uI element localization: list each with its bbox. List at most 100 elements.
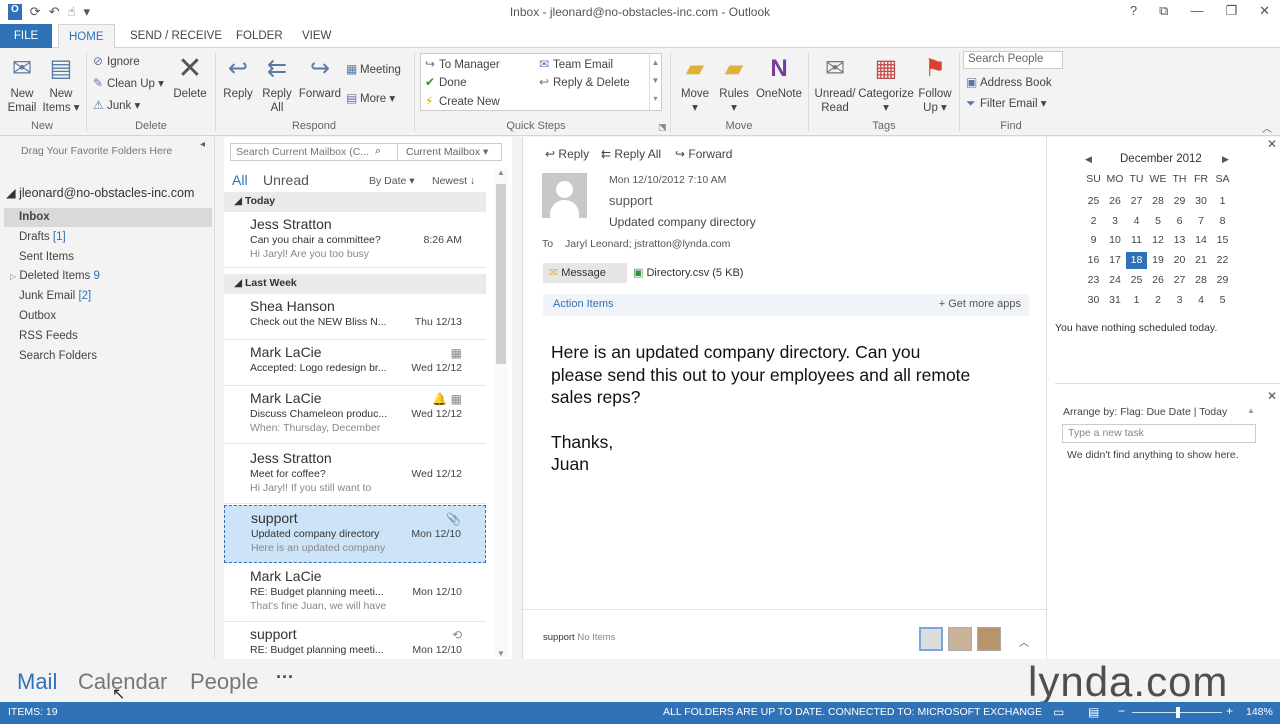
calendar-day[interactable]: 30 [1083,292,1104,309]
sort-order-toggle[interactable]: Newest ↓ [432,175,475,187]
new-email-button[interactable]: ✉ New Email [4,54,40,115]
calendar-day[interactable]: 28 [1191,272,1212,289]
dialog-launcher-icon[interactable]: ⬔ [658,122,667,133]
calendar-day[interactable]: 17 [1105,252,1126,269]
calendar-day[interactable]: 22 [1212,252,1233,269]
forward-button[interactable]: ↪ Forward [298,54,342,101]
expand-people-pane-icon[interactable]: ︿ [1019,634,1029,649]
calendar-day[interactable]: 30 [1191,193,1212,210]
restore-icon[interactable]: ❐ [1225,3,1237,19]
folder-rss-feeds[interactable]: RSS Feeds [19,330,78,342]
move-button[interactable]: ▰ Move ▾ [676,54,714,115]
follow-up-button[interactable]: ⚑ Follow Up ▾ [914,54,956,115]
calendar-day[interactable]: 14 [1191,232,1212,249]
help-icon[interactable]: ? [1130,3,1137,19]
group-header-today[interactable]: ◢ Today [224,192,486,212]
message-list-scrollbar[interactable]: ▲ ▼ [494,168,508,658]
zoom-out-icon[interactable]: − [1118,704,1125,718]
folder-deleted-items[interactable]: ▷ Deleted Items 9 [10,270,100,282]
next-month-icon[interactable]: ▶ [1222,154,1229,165]
sort-by-dropdown[interactable]: By Date ▾ [369,175,415,187]
reading-view-icon[interactable]: ▤ [1088,705,1099,719]
categorize-button[interactable]: ▦ Categorize ▾ [858,54,914,115]
reading-reply-button[interactable]: ↩ Reply [545,147,589,161]
calendar-day[interactable]: 1 [1212,193,1233,210]
filter-unread[interactable]: Unread [263,172,309,188]
new-task-input[interactable]: Type a new task [1062,424,1256,443]
sender-avatar[interactable] [542,173,587,218]
calendar-day[interactable]: 24 [1105,272,1126,289]
ignore-button[interactable]: ⊘ Ignore [93,54,140,68]
reply-all-button[interactable]: ⇇ Reply All [258,54,296,115]
avatar[interactable] [977,627,1001,651]
message-sender[interactable]: support [609,193,652,208]
filter-email-button[interactable]: ⏷ Filter Email ▾ [966,96,1046,111]
account-header[interactable]: ◢ jleonard@no-obstacles-inc.com [6,185,194,200]
calendar-day[interactable]: 3 [1105,213,1126,230]
calendar-day[interactable]: 26 [1148,272,1169,289]
search-scope-dropdown[interactable]: Current Mailbox ▾ [406,146,488,158]
qs-reply-delete[interactable]: ↩ Reply & Delete [539,75,630,89]
arrange-by-dropdown[interactable]: Arrange by: Flag: Due Date | Today [1063,406,1227,418]
qs-to-manager[interactable]: ↪ To Manager [425,57,500,71]
message-item[interactable]: Mark LaCie RE: Budget planning meeti... … [224,564,486,622]
get-more-apps-link[interactable]: + Get more apps [939,298,1021,310]
close-calendar-peek-icon[interactable]: ✕ [1267,137,1277,151]
zoom-level[interactable]: 148% [1246,706,1273,718]
rules-button[interactable]: ▰ Rules ▾ [716,54,752,115]
action-items-link[interactable]: Action Items [553,298,614,310]
calendar-day[interactable]: 8 [1212,213,1233,230]
search-people-input[interactable]: Search People [963,51,1063,69]
nav-more-icon[interactable]: ··· [276,667,294,688]
calendar-day[interactable]: 19 [1148,252,1169,269]
nav-mail[interactable]: Mail [17,669,57,695]
qs-create-new[interactable]: ⚡ Create New [425,94,500,108]
calendar-day[interactable]: 15 [1212,232,1233,249]
message-item[interactable]: Mark LaCie Accepted: Logo redesign br...… [224,340,486,386]
qs-team-email[interactable]: ✉ Team Email [539,57,613,71]
folder-drafts[interactable]: Drafts [1] [19,231,66,243]
message-item-selected[interactable]: support Updated company directory Here i… [224,505,486,563]
more-respond-button[interactable]: ▤ More ▾ [346,91,395,105]
message-tab[interactable]: ✉ Message [543,263,627,283]
folder-junk-email[interactable]: Junk Email [2] [19,290,91,302]
calendar-day[interactable]: 4 [1191,292,1212,309]
avatar[interactable] [919,627,943,651]
calendar-day[interactable]: 2 [1148,292,1169,309]
folder-inbox[interactable]: Inbox [19,211,50,223]
message-item[interactable]: support RE: Budget planning meeti... Mon… [224,622,486,659]
calendar-day[interactable]: 29 [1169,193,1190,210]
people-pane-label[interactable]: support No Items [543,632,615,643]
close-tasks-peek-icon[interactable]: ✕ [1267,389,1277,403]
calendar-day[interactable]: 27 [1126,193,1147,210]
qs-done[interactable]: ✔ Done [425,75,467,89]
tab-folder[interactable]: FOLDER [226,24,293,48]
calendar-day[interactable]: 25 [1083,193,1104,210]
onenote-button[interactable]: N OneNote [754,54,804,101]
calendar-day[interactable]: 26 [1105,193,1126,210]
group-header-last-week[interactable]: ◢ Last Week [224,274,486,294]
calendar-day[interactable]: 5 [1212,292,1233,309]
search-icon[interactable]: ⌕ [375,145,381,158]
address-book-button[interactable]: ▣ Address Book [966,75,1052,89]
calendar-day[interactable]: 1 [1126,292,1147,309]
scroll-down-icon[interactable]: ▼ [494,649,508,658]
folder-outbox[interactable]: Outbox [19,310,56,322]
quick-steps-scroll[interactable]: ▲ ▼ ▾ [649,54,661,110]
calendar-day[interactable]: 29 [1212,272,1233,289]
calendar-day[interactable]: 31 [1105,292,1126,309]
calendar-day[interactable]: 21 [1191,252,1212,269]
calendar-day[interactable]: 5 [1148,213,1169,230]
close-icon[interactable]: ✕ [1259,3,1270,19]
calendar-day[interactable]: 10 [1105,232,1126,249]
unread-read-button[interactable]: ✉ Unread/ Read [812,54,858,115]
calendar-day[interactable]: 23 [1083,272,1104,289]
calendar-day[interactable]: 28 [1148,193,1169,210]
calendar-day[interactable]: 7 [1191,213,1212,230]
tab-home[interactable]: HOME [58,24,115,49]
prev-month-icon[interactable]: ◀ [1085,154,1092,165]
avatar[interactable] [948,627,972,651]
mailbox-search-input[interactable]: Search Current Mailbox (C... [236,146,369,158]
new-items-button[interactable]: ▤ New Items ▾ [42,54,80,115]
calendar-day[interactable]: 4 [1126,213,1147,230]
